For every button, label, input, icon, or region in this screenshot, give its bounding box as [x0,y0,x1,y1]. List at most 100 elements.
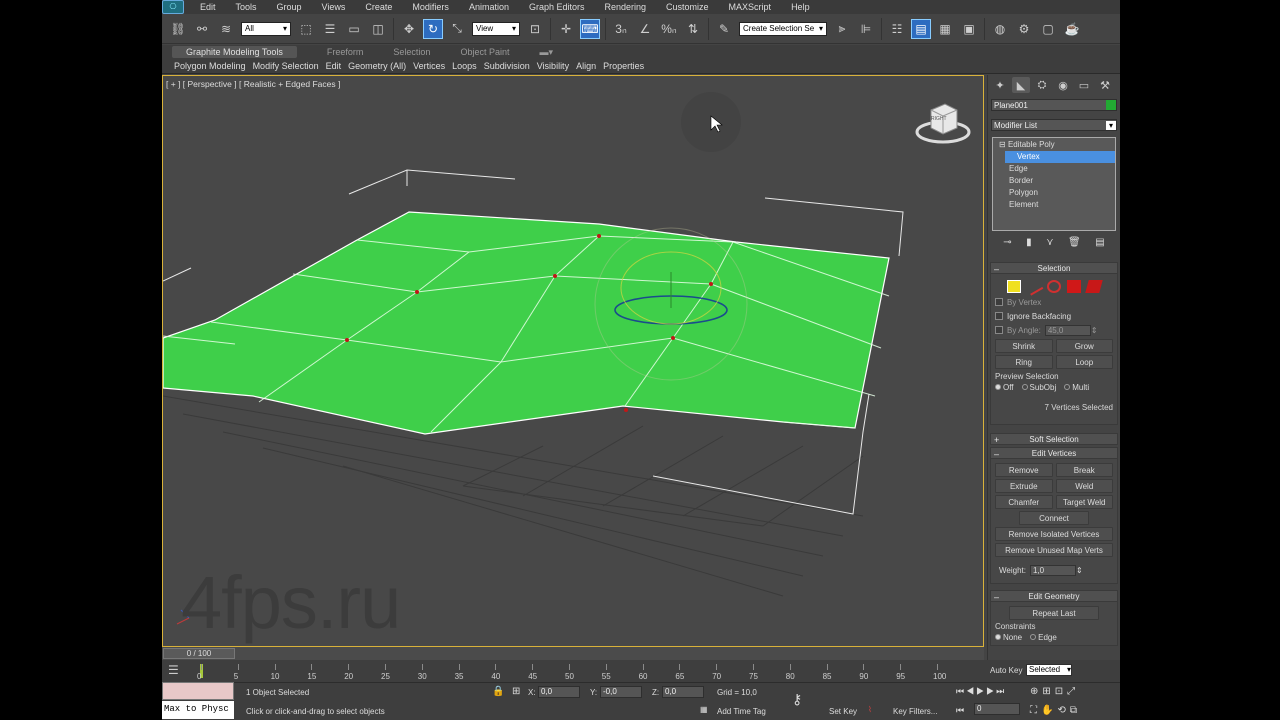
ribbon-visibility[interactable]: Visibility [537,61,569,71]
tab-freeform[interactable]: Freeform [327,47,364,57]
menu-maxscript[interactable]: MAXScript [729,2,772,12]
playback-controls-icon[interactable]: ⏮◀▶▶⏭ [956,686,1006,697]
loop-button[interactable]: Loop [1055,355,1113,369]
maxscript-output-field[interactable] [162,682,234,700]
stack-item-edge[interactable]: Edge [993,163,1115,175]
viewport-label[interactable]: [ + ] [ Perspective ] [ Realistic + Edge… [166,79,340,89]
edge-mode-icon[interactable] [1024,277,1044,296]
soft-selection-rollout-header[interactable]: + Soft Selection [990,433,1118,445]
select-by-name-icon[interactable]: ☰ [320,19,340,39]
ribbon-properties[interactable]: Properties [603,61,644,71]
preview-multi-radio[interactable]: Multi [1064,383,1089,392]
ribbon-geometry-all[interactable]: Geometry (All) [348,61,406,71]
shrink-button[interactable]: Shrink [995,339,1053,353]
object-name-field[interactable]: Plane001 [991,99,1117,111]
menu-modifiers[interactable]: Modifiers [412,2,449,12]
menu-tools[interactable]: Tools [236,2,257,12]
edit-geometry-rollout-header[interactable]: – Edit Geometry [990,590,1118,602]
select-manipulate-icon[interactable]: ✛ [556,19,576,39]
menu-group[interactable]: Group [277,2,302,12]
vertex-mode-icon[interactable] [1007,280,1021,293]
motion-tab-icon[interactable]: ◉ [1054,77,1072,93]
key-mode-toggle-icon[interactable]: ⏮ [956,705,964,716]
add-time-tag[interactable]: Add Time Tag [717,707,766,716]
material-editor-icon[interactable]: ◍ [990,19,1010,39]
viewport-nav-icons-bottom[interactable]: ⛶✋⟲⧉ [1030,705,1081,716]
rotate-icon[interactable]: ↻ [423,18,443,39]
bind-spacewarp-icon[interactable]: ≋ [216,19,236,39]
schematic-view-icon[interactable]: ▣ [959,19,979,39]
stack-item-polygon[interactable]: Polygon [993,187,1115,199]
rendered-frame-window-icon[interactable]: ▢ [1038,19,1058,39]
named-selection-sets-input[interactable]: Create Selection Se ▾ [739,21,827,36]
viewcube[interactable]: RIGHT [915,102,971,148]
border-mode-icon[interactable] [1047,280,1061,293]
stack-item-border[interactable]: Border [993,175,1115,187]
ribbon-polygon-modeling[interactable]: Polygon Modeling [174,61,246,71]
current-frame-field[interactable]: 0 [974,703,1020,715]
viewport-nav-icons-top[interactable]: ⊕⊞⊡⤢ [1030,686,1079,697]
ribbon-loops[interactable]: Loops [452,61,477,71]
spinner-snap-icon[interactable]: ⇅ [683,19,703,39]
key-filters-button[interactable]: Key Filters... [893,707,937,716]
selection-filter-dropdown[interactable]: All ▾ [241,21,291,36]
menu-views[interactable]: Views [322,2,346,12]
select-object-icon[interactable]: ⬚ [296,19,316,39]
target-weld-button[interactable]: Target Weld [1055,495,1113,509]
snap-3d-icon[interactable]: 3ₙ [611,19,631,39]
render-production-icon[interactable]: ☕ [1062,19,1082,39]
time-slider-knob[interactable]: 0 / 100 [163,648,235,659]
menu-create[interactable]: Create [365,2,392,12]
modifier-list-dropdown[interactable]: Modifier List ▾ [991,119,1117,131]
display-tab-icon[interactable]: ▭ [1075,77,1093,93]
time-slider[interactable]: 0 / 100 [162,647,984,660]
window-crossing-icon[interactable]: ◫ [368,19,388,39]
key-icon[interactable]: ⚷ [792,691,802,708]
element-mode-icon[interactable] [1085,280,1103,293]
remove-isolated-vertices-button[interactable]: Remove Isolated Vertices [995,527,1113,541]
remove-modifier-icon[interactable]: 🗑 [1068,237,1081,248]
keyboard-shortcut-override-icon[interactable]: ⌨ [580,18,600,39]
unlink-icon[interactable]: ⚯ [192,19,212,39]
chamfer-button[interactable]: Chamfer [995,495,1053,509]
mini-curve-editor-icon[interactable]: ☰ [168,663,179,677]
tab-selection[interactable]: Selection [393,47,430,57]
constraint-edge-radio[interactable]: Edge [1030,633,1057,642]
configure-sets-icon[interactable]: ▤ [1095,237,1104,248]
constraint-none-radio[interactable]: None [995,633,1022,642]
scale-icon[interactable]: ⤡ [447,19,467,39]
ignore-backfacing-checkbox[interactable]: Ignore Backfacing [995,309,1113,323]
angle-snap-icon[interactable]: ∠ [635,19,655,39]
remove-unused-map-verts-button[interactable]: Remove Unused Map Verts [995,543,1113,557]
key-mode-dropdown[interactable]: Selected ▾ [1026,664,1072,676]
pin-stack-icon[interactable]: ⊸ [1003,237,1011,248]
utilities-tab-icon[interactable]: ⚒ [1096,77,1114,93]
ribbon-align[interactable]: Align [576,61,596,71]
preview-off-radio[interactable]: Off [995,383,1014,392]
app-logo-icon[interactable]: ⎔ [162,0,184,14]
align-icon[interactable]: ⊫ [856,19,876,39]
render-setup-icon[interactable]: ⚙ [1014,19,1034,39]
menu-graph-editors[interactable]: Graph Editors [529,2,585,12]
angle-spinner[interactable]: 45,0 [1044,324,1091,336]
ribbon-options-icon[interactable]: ▬▾ [539,47,553,58]
auto-key-label[interactable]: Auto Key [990,666,1022,675]
stack-item-editable-poly[interactable]: ⊟ Editable Poly [993,139,1115,151]
menu-animation[interactable]: Animation [469,2,509,12]
move-icon[interactable]: ✥ [399,19,419,39]
ribbon-edit[interactable]: Edit [326,61,342,71]
menu-customize[interactable]: Customize [666,2,709,12]
z-coordinate-field[interactable]: 0,0 [662,686,704,698]
stack-item-element[interactable]: Element [993,199,1115,211]
weight-spinner[interactable]: 1,0 [1029,564,1076,576]
make-unique-icon[interactable]: ⋎ [1046,237,1053,248]
modifier-stack[interactable]: ⊟ Editable Poly Vertex Edge Border Polyg… [992,137,1116,231]
set-key-label[interactable]: Set Key [829,707,857,716]
repeat-last-button[interactable]: Repeat Last [1009,606,1099,620]
pivot-center-icon[interactable]: ⊡ [525,19,545,39]
curve-editor-icon[interactable]: ▦ [935,19,955,39]
maxscript-input-field[interactable]: Max to Physc [162,701,234,719]
edit-vertices-rollout-header[interactable]: – Edit Vertices [990,447,1118,459]
lock-selection-icon[interactable]: 🔒 [492,686,504,697]
preview-subobj-radio[interactable]: SubObj [1021,383,1056,392]
